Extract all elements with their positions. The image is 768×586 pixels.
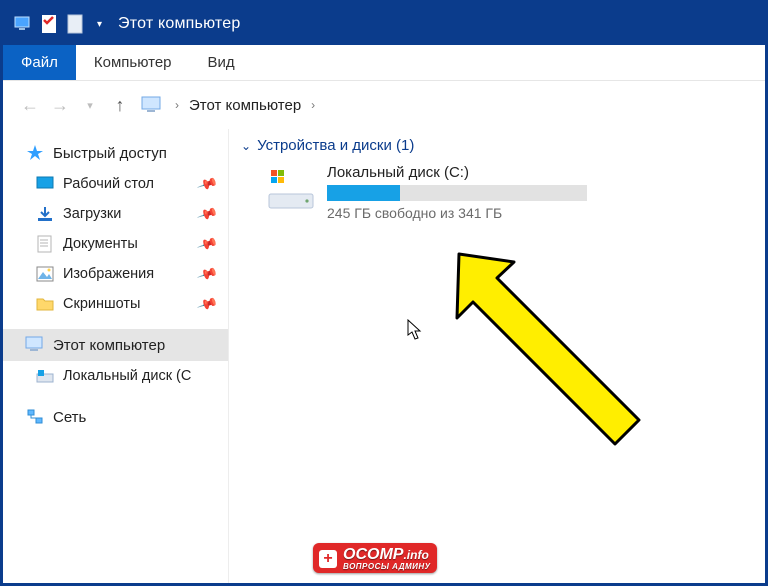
plus-icon: +: [319, 550, 337, 568]
tab-view-label: Вид: [208, 54, 235, 71]
sidebar-item-screenshots[interactable]: Скриншоты 📌: [3, 289, 228, 319]
sidebar-item-label: Этот компьютер: [53, 337, 165, 354]
pictures-icon: [35, 264, 55, 284]
nav-back-button[interactable]: ←: [15, 90, 45, 120]
sidebar-item-label: Скриншоты: [63, 296, 140, 312]
sidebar-network[interactable]: Сеть: [3, 401, 228, 433]
title-bar: ▾ Этот компьютер: [3, 3, 765, 45]
content-pane: ⌄ Устройства и диски (1): [229, 129, 765, 583]
watermark-sub: ВОПРОСЫ АДМИНУ: [343, 563, 431, 571]
pin-icon: 📌: [196, 233, 219, 256]
explorer-body: Быстрый доступ Рабочий стол 📌 Загрузки 📌: [3, 129, 765, 583]
sidebar-item-label: Локальный диск (C: [63, 368, 191, 384]
watermark-brand: OCOMP: [343, 546, 403, 563]
ribbon-tabs: Файл Компьютер Вид: [3, 45, 765, 81]
drive-name: Локальный диск (C:): [327, 164, 587, 181]
breadcrumb-chevron-icon[interactable]: ›: [169, 98, 185, 112]
sidebar-item-desktop[interactable]: Рабочий стол 📌: [3, 169, 228, 199]
sidebar-item-label: Быстрый доступ: [53, 145, 167, 162]
computer-icon: [25, 335, 45, 355]
tab-file-label: Файл: [21, 54, 58, 71]
folder-icon: [35, 294, 55, 314]
sidebar-item-pictures[interactable]: Изображения 📌: [3, 259, 228, 289]
tab-file[interactable]: Файл: [3, 45, 76, 80]
pin-icon: 📌: [196, 203, 219, 226]
annotation-arrow-icon: [439, 234, 659, 464]
drive-local-c[interactable]: Локальный диск (C:) 245 ГБ свободно из 3…: [265, 164, 755, 221]
network-icon: [25, 407, 45, 427]
quick-access-monitor-icon[interactable]: [13, 14, 33, 34]
sidebar-item-downloads[interactable]: Загрузки 📌: [3, 199, 228, 229]
documents-icon: [35, 234, 55, 254]
drive-icon: [35, 366, 55, 386]
nav-up-button[interactable]: ↑: [105, 90, 135, 120]
tab-view[interactable]: Вид: [190, 45, 253, 80]
navigation-bar: ← → ▾ ↑ › Этот компьютер ›: [3, 81, 765, 129]
drive-usage-bar: [327, 185, 587, 201]
quick-access-checklist-icon[interactable]: [39, 14, 59, 34]
pin-icon: 📌: [196, 263, 219, 286]
drive-info: Локальный диск (C:) 245 ГБ свободно из 3…: [327, 164, 587, 221]
section-devices-and-drives[interactable]: ⌄ Устройства и диски (1): [241, 135, 755, 164]
tab-computer-label: Компьютер: [94, 54, 172, 71]
downloads-icon: [35, 204, 55, 224]
sidebar-this-pc[interactable]: Этот компьютер: [3, 329, 228, 361]
chevron-down-icon: ⌄: [241, 139, 251, 153]
watermark-tld: .info: [403, 548, 428, 562]
drive-free-text: 245 ГБ свободно из 341 ГБ: [327, 205, 587, 221]
file-explorer-window: ▾ Этот компьютер Файл Компьютер Вид ← → …: [0, 0, 768, 586]
cursor-icon: [407, 319, 423, 341]
pin-icon: 📌: [196, 293, 219, 316]
window-title: Этот компьютер: [118, 15, 240, 33]
sidebar-local-disk[interactable]: Локальный диск (C: [3, 361, 228, 391]
sidebar-item-label: Изображения: [63, 266, 154, 282]
drive-icon: [265, 164, 317, 216]
nav-forward-button[interactable]: →: [45, 90, 75, 120]
quick-access-dropdown-icon[interactable]: ▾: [97, 19, 102, 30]
sidebar-item-label: Рабочий стол: [63, 176, 154, 192]
desktop-icon: [35, 174, 55, 194]
breadcrumb-chevron-icon[interactable]: ›: [305, 98, 321, 112]
section-label: Устройства и диски (1): [257, 137, 414, 154]
nav-recent-dropdown-icon[interactable]: ▾: [75, 90, 105, 120]
sidebar-item-label: Документы: [63, 236, 138, 252]
tab-computer[interactable]: Компьютер: [76, 45, 190, 80]
sidebar-item-documents[interactable]: Документы 📌: [3, 229, 228, 259]
sidebar-item-label: Загрузки: [63, 206, 121, 222]
sidebar-quick-access[interactable]: Быстрый доступ: [3, 137, 228, 169]
navigation-pane: Быстрый доступ Рабочий стол 📌 Загрузки 📌: [3, 129, 229, 583]
breadcrumb-computer-icon[interactable]: [141, 96, 163, 114]
star-icon: [25, 143, 45, 163]
watermark-badge: + OCOMP.info ВОПРОСЫ АДМИНУ: [313, 543, 437, 573]
sidebar-item-label: Сеть: [53, 409, 86, 426]
breadcrumb-root[interactable]: Этот компьютер: [185, 97, 305, 114]
quick-access-document-icon[interactable]: [65, 14, 85, 34]
pin-icon: 📌: [196, 173, 219, 196]
drive-usage-fill: [327, 185, 400, 201]
